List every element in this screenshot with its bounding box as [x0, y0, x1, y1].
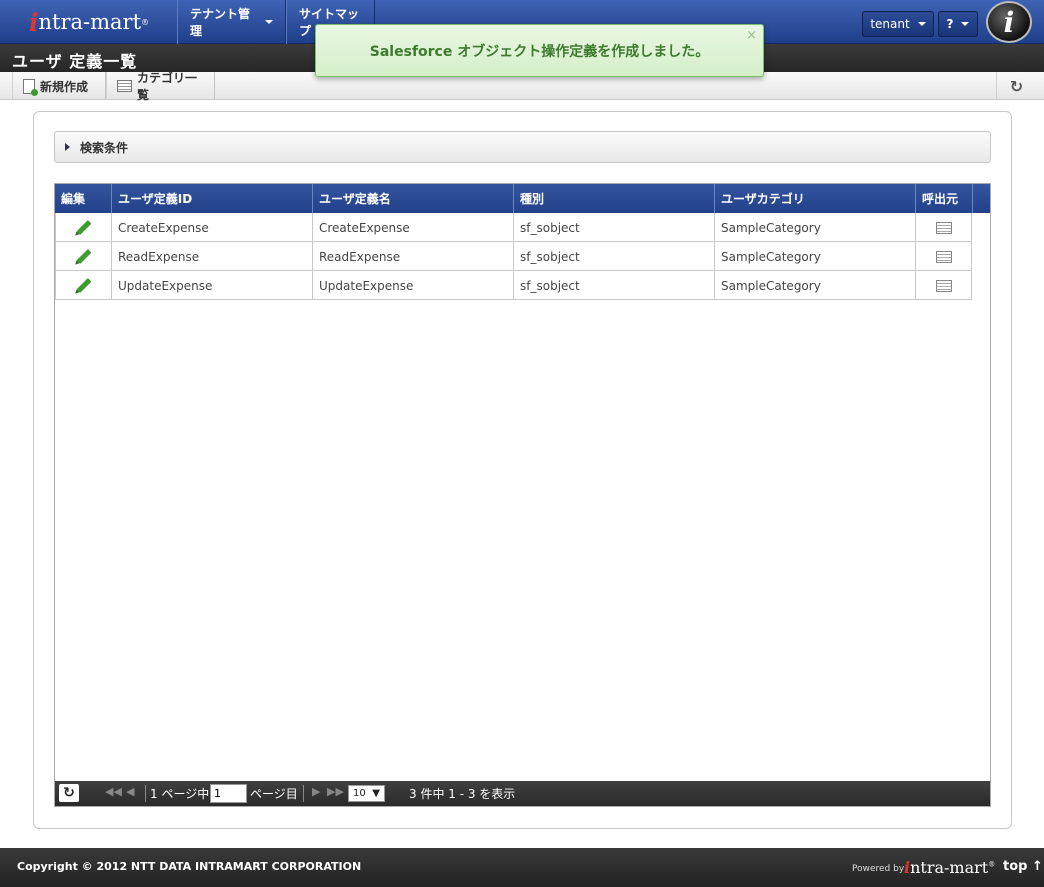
pager-summary: 3 件中 1 - 3 を表示 [409, 787, 516, 801]
back-to-top-link[interactable]: top ↑ [1003, 859, 1043, 874]
column-header-type[interactable]: 種別 [514, 184, 715, 213]
refresh-icon[interactable]: ↻ [996, 72, 1036, 100]
cell-category: SampleCategory [715, 213, 916, 242]
table-row[interactable]: UpdateExpense UpdateExpense sf_sobject S… [55, 271, 972, 300]
column-header-category[interactable]: ユーザカテゴリ [715, 184, 916, 213]
cell-name: ReadExpense [313, 242, 514, 271]
cell-id: CreateExpense [112, 213, 313, 242]
grid-pager: ↻ ◀◀ ◀ 1 ページ中 ページ目 ▶ ▶▶ 10 ▼ 3 件中 1 - 3 … [55, 781, 990, 806]
grid-header: 編集 ユーザ定義ID ユーザ定義名 種別 ユーザカテゴリ 呼出元 [55, 184, 990, 213]
logo-text: ntra-mart [38, 10, 142, 34]
edit-button[interactable] [55, 213, 112, 242]
nav-tenant-management[interactable]: テナント管理 [177, 0, 286, 44]
list-icon [935, 250, 952, 263]
cell-category: SampleCategory [715, 271, 916, 300]
cell-name: CreateExpense [313, 213, 514, 242]
footer: Copyright © 2012 NTT DATA INTRAMART CORP… [0, 848, 1044, 887]
column-header-caller[interactable]: 呼出元 [916, 184, 973, 213]
list-icon [935, 279, 952, 292]
caret-down-icon [961, 22, 970, 26]
page-number-input[interactable] [210, 784, 247, 803]
user-definition-grid: 編集 ユーザ定義ID ユーザ定義名 種別 ユーザカテゴリ 呼出元 CreateE… [54, 183, 991, 807]
last-page-icon[interactable]: ▶▶ [327, 785, 344, 798]
new-button-label: 新規作成 [40, 79, 89, 94]
caret-down-icon [265, 20, 273, 24]
search-conditions-label: 検索条件 [80, 140, 129, 155]
page-prefix-label: 1 ページ中 [150, 787, 210, 801]
user-avatar[interactable]: i [986, 1, 1032, 43]
prev-page-icon[interactable]: ◀ [126, 785, 134, 798]
cell-type: sf_sobject [514, 213, 715, 242]
column-header-name[interactable]: ユーザ定義名 [313, 184, 514, 213]
cell-type: sf_sobject [514, 271, 715, 300]
powered-by-logo: intra-mart® [904, 858, 995, 877]
next-page-icon[interactable]: ▶ [312, 785, 320, 798]
edit-button[interactable] [55, 242, 112, 271]
pencil-icon [76, 220, 91, 235]
success-notification: Salesforce オブジェクト操作定義を作成しました。 × [315, 24, 764, 77]
pager-divider [303, 785, 304, 802]
cell-name: UpdateExpense [313, 271, 514, 300]
caret-down-icon [917, 22, 926, 26]
list-icon [117, 80, 133, 92]
caller-button[interactable] [916, 242, 972, 271]
footer-logo-registered: ® [988, 860, 996, 869]
list-icon [935, 221, 952, 234]
cell-id: UpdateExpense [112, 271, 313, 300]
chevron-right-icon [65, 143, 70, 151]
search-conditions-toggle[interactable]: 検索条件 [54, 131, 991, 163]
first-page-icon[interactable]: ◀◀ [105, 785, 122, 798]
category-list-label: カテゴリ一覧 [137, 71, 198, 102]
help-menu-button[interactable]: ? [938, 11, 978, 37]
user-menu-button[interactable]: tenant [862, 11, 934, 37]
logo-i: i [28, 7, 39, 37]
column-header-id[interactable]: ユーザ定義ID [112, 184, 313, 213]
column-header-edit[interactable]: 編集 [55, 184, 112, 213]
table-row[interactable]: CreateExpense CreateExpense sf_sobject S… [55, 213, 972, 242]
page-title: ユーザ 定義一覧 [12, 52, 138, 71]
new-button[interactable]: 新規作成 [12, 72, 106, 100]
nav-tenant-management-label: テナント管理 [190, 7, 251, 38]
pencil-icon [76, 249, 91, 264]
pencil-icon [76, 278, 91, 293]
chevron-down-icon: ▼ [372, 788, 380, 799]
intra-mart-logo[interactable]: i ntra-mart ® [0, 0, 178, 44]
logo-registered: ® [141, 17, 150, 27]
edit-button[interactable] [55, 271, 112, 300]
table-row[interactable]: ReadExpense ReadExpense sf_sobject Sampl… [55, 242, 972, 271]
page-size-select[interactable]: 10 ▼ [348, 785, 385, 802]
caller-button[interactable] [916, 271, 972, 300]
close-icon[interactable]: × [746, 28, 757, 43]
caller-button[interactable] [916, 213, 972, 242]
cell-type: sf_sobject [514, 242, 715, 271]
page-suffix-label: ページ目 [250, 787, 298, 801]
footer-logo-text: ntra-mart [910, 858, 989, 877]
user-menu-label: tenant [870, 17, 910, 31]
help-icon: ? [946, 17, 954, 31]
notification-message: Salesforce オブジェクト操作定義を作成しました。 [369, 43, 710, 60]
cell-id: ReadExpense [112, 242, 313, 271]
cell-category: SampleCategory [715, 242, 916, 271]
page-size-value: 10 [353, 788, 366, 799]
category-list-button[interactable]: カテゴリ一覧 [106, 71, 215, 102]
powered-by-label: Powered by [852, 864, 905, 874]
new-document-icon [23, 78, 38, 96]
copyright-text: Copyright © 2012 NTT DATA INTRAMART CORP… [17, 860, 362, 873]
pager-divider [145, 785, 146, 802]
refresh-icon[interactable]: ↻ [59, 784, 79, 802]
